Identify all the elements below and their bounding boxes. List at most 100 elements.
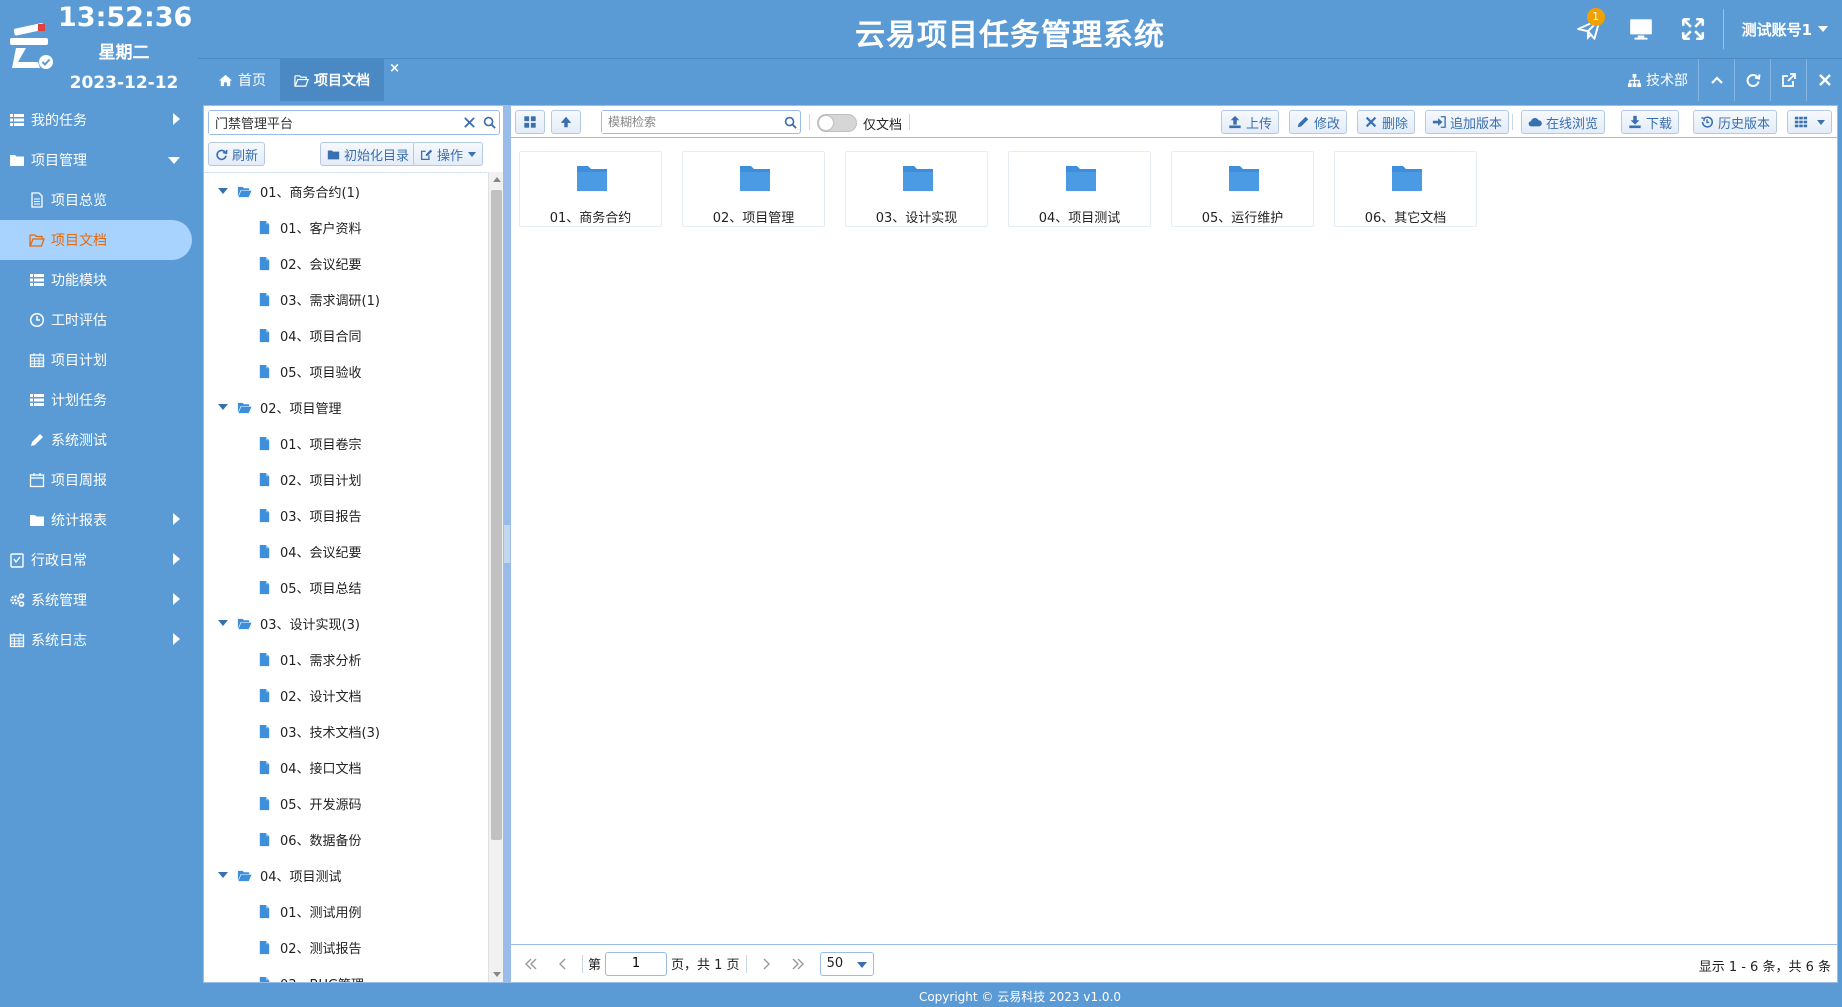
tree-leaf-node[interactable]: 05、项目验收 bbox=[204, 353, 487, 389]
page-number-input[interactable] bbox=[605, 951, 668, 976]
sidebar-item-admin-daily[interactable]: 行政日常 bbox=[0, 540, 196, 580]
tree-leaf-node[interactable]: 04、会议纪要 bbox=[204, 533, 487, 569]
refresh-tab-button[interactable] bbox=[1734, 59, 1770, 101]
tree-leaf-node[interactable]: 01、项目卷宗 bbox=[204, 425, 487, 461]
tree-leaf-node[interactable]: 04、接口文档 bbox=[204, 749, 487, 785]
chevron-up-icon bbox=[1710, 76, 1723, 84]
sidebar-item-system-mgmt[interactable]: 系统管理 bbox=[0, 580, 196, 620]
file-icon bbox=[259, 436, 270, 450]
tree-folder-node[interactable]: 03、设计实现(3) bbox=[204, 605, 487, 641]
expand-toggle-icon[interactable] bbox=[218, 404, 228, 410]
refresh-button[interactable]: 刷新 bbox=[208, 142, 266, 166]
tree-leaf-node[interactable]: 06、数据备份 bbox=[204, 821, 487, 857]
operate-menu-button[interactable]: 操作 bbox=[413, 142, 484, 166]
toolbar-divider bbox=[909, 114, 910, 130]
tree-folder-node[interactable]: 01、商务合约(1) bbox=[204, 173, 487, 209]
clear-button[interactable] bbox=[459, 111, 479, 134]
file-icon bbox=[259, 472, 270, 486]
folder-tile[interactable]: 01、商务合约 bbox=[519, 151, 662, 227]
view-mode-menu-button[interactable] bbox=[1787, 110, 1832, 134]
tree-scrollbar[interactable] bbox=[488, 172, 503, 982]
folder-tile[interactable]: 05、运行维护 bbox=[1171, 151, 1314, 227]
last-page-button[interactable] bbox=[782, 945, 814, 983]
folder-tile[interactable]: 03、设计实现 bbox=[845, 151, 988, 227]
file-icon bbox=[259, 904, 270, 918]
sidebar-item-project-overview[interactable]: 项目总览 bbox=[0, 180, 196, 220]
sidebar-item-weekly-report[interactable]: 项目周报 bbox=[0, 460, 196, 500]
tree-leaf-node[interactable]: 04、项目合同 bbox=[204, 317, 487, 353]
delete-button[interactable]: 删除 bbox=[1357, 110, 1416, 134]
search-button[interactable] bbox=[780, 111, 800, 134]
tree-leaf-node[interactable]: 03、技术文档(3) bbox=[204, 713, 487, 749]
tree-leaf-node[interactable]: 05、项目总结 bbox=[204, 569, 487, 605]
expand-toggle-icon[interactable] bbox=[218, 620, 228, 626]
download-button[interactable]: 下载 bbox=[1621, 110, 1680, 134]
tab-project-docs[interactable]: 项目文档 × bbox=[280, 59, 400, 101]
expand-toggle-icon[interactable] bbox=[218, 188, 228, 194]
sidebar-item-hours-estimate[interactable]: 工时评估 bbox=[0, 300, 196, 340]
tree-leaf-node[interactable]: 02、会议纪要 bbox=[204, 245, 487, 281]
thumbnail-view-button[interactable] bbox=[515, 110, 545, 134]
sidebar-item-my-tasks[interactable]: 我的任务 bbox=[0, 100, 196, 140]
upload-button[interactable]: 上传 bbox=[1221, 110, 1280, 134]
chevron-down-icon bbox=[468, 151, 477, 157]
tree-leaf-node[interactable]: 01、客户资料 bbox=[204, 209, 487, 245]
folder-icon bbox=[903, 166, 933, 191]
next-page-button[interactable] bbox=[750, 945, 782, 983]
search-button[interactable] bbox=[479, 111, 499, 134]
tree-leaf-node[interactable]: 02、项目计划 bbox=[204, 461, 487, 497]
folder-icon bbox=[327, 149, 340, 159]
sidebar-item-function-modules[interactable]: 功能模块 bbox=[0, 260, 196, 300]
fullscreen-button[interactable] bbox=[1667, 0, 1719, 58]
folder-tile[interactable]: 04、项目测试 bbox=[1008, 151, 1151, 227]
tree-leaf-node[interactable]: 05、开发源码 bbox=[204, 785, 487, 821]
page-size-select[interactable]: 50 bbox=[819, 951, 874, 976]
online-preview-label: 在线浏览 bbox=[1546, 116, 1599, 132]
tree-leaf-node[interactable]: 03、BUG管理 bbox=[204, 965, 487, 982]
tree-leaf-node[interactable]: 02、测试报告 bbox=[204, 929, 487, 965]
sidebar-item-project-docs[interactable]: 项目文档 bbox=[0, 220, 192, 260]
department-label[interactable]: 技术部 bbox=[1627, 70, 1698, 90]
account-menu[interactable]: 测试账号1 bbox=[1732, 19, 1842, 40]
notification-button[interactable]: 1 bbox=[1563, 0, 1615, 58]
collapse-button[interactable] bbox=[1698, 59, 1734, 101]
scroll-up-icon[interactable] bbox=[493, 177, 501, 182]
tree-leaf-node[interactable]: 02、设计文档 bbox=[204, 677, 487, 713]
tree-folder-node[interactable]: 02、项目管理 bbox=[204, 389, 487, 425]
tree-leaf-node[interactable]: 01、需求分析 bbox=[204, 641, 487, 677]
cloud-icon bbox=[1528, 117, 1542, 127]
init-directory-button[interactable]: 初始化目录 bbox=[320, 142, 417, 166]
tree-leaf-node[interactable]: 03、需求调研(1) bbox=[204, 281, 487, 317]
file-icon bbox=[259, 220, 270, 234]
tree-toolbar: 刷新 初始化目录 操作 bbox=[208, 142, 500, 166]
scroll-down-icon[interactable] bbox=[493, 972, 501, 977]
online-preview-button[interactable]: 在线浏览 bbox=[1521, 110, 1606, 134]
prev-page-button[interactable] bbox=[547, 945, 579, 983]
first-page-button[interactable] bbox=[515, 945, 547, 983]
close-tab-button[interactable] bbox=[1806, 59, 1842, 101]
tree-leaf-node[interactable]: 01、测试用例 bbox=[204, 893, 487, 929]
sidebar-item-project-plan[interactable]: 项目计划 bbox=[0, 340, 196, 380]
tree-leaf-node[interactable]: 03、项目报告 bbox=[204, 497, 487, 533]
sidebar-item-system-log[interactable]: 系统日志 bbox=[0, 620, 196, 660]
folder-tile[interactable]: 02、项目管理 bbox=[682, 151, 825, 227]
expand-toggle-icon[interactable] bbox=[218, 872, 228, 878]
tab-close-button[interactable]: × bbox=[389, 61, 400, 76]
tab-home[interactable]: 首页 bbox=[204, 59, 280, 101]
folder-tile[interactable]: 06、其它文档 bbox=[1334, 151, 1477, 227]
add-version-button[interactable]: 追加版本 bbox=[1425, 110, 1510, 134]
sidebar-item-project-mgmt[interactable]: 项目管理 bbox=[0, 140, 196, 180]
history-version-button[interactable]: 历史版本 bbox=[1693, 110, 1778, 134]
sidebar-item-system-test[interactable]: 系统测试 bbox=[0, 420, 196, 460]
open-new-window-button[interactable] bbox=[1770, 59, 1806, 101]
edit-button[interactable]: 修改 bbox=[1289, 110, 1348, 134]
tree-folder-node[interactable]: 04、项目测试 bbox=[204, 857, 487, 893]
scrollbar-thumb[interactable] bbox=[491, 190, 502, 840]
document-search-input[interactable] bbox=[602, 111, 780, 133]
sidebar-item-plan-tasks[interactable]: 计划任务 bbox=[0, 380, 196, 420]
only-docs-toggle[interactable] bbox=[817, 114, 857, 132]
sidebar-item-statistics[interactable]: 统计报表 bbox=[0, 500, 196, 540]
project-search-input[interactable] bbox=[209, 111, 459, 134]
screen-button[interactable] bbox=[1615, 0, 1667, 58]
parent-folder-button[interactable] bbox=[551, 110, 581, 134]
